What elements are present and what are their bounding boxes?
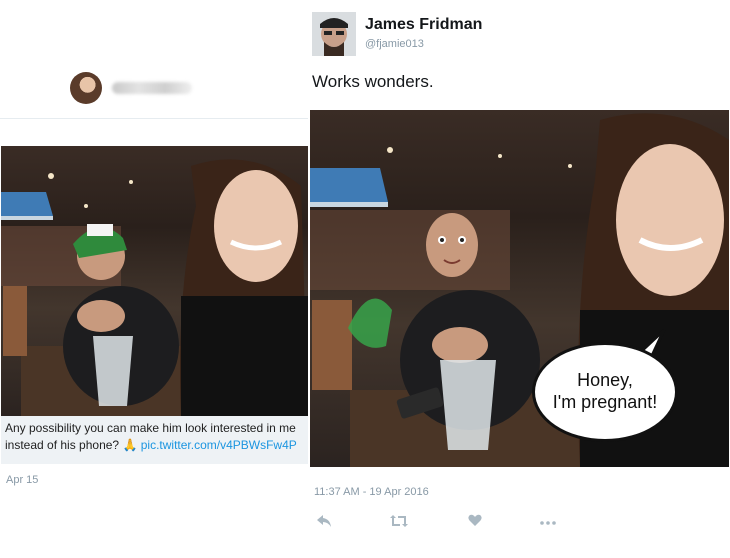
heart-icon[interactable] — [468, 514, 482, 531]
left-tweet: Any possibility you can make him look in… — [0, 0, 310, 558]
tweet-actions — [314, 514, 556, 532]
avatar-image — [312, 12, 356, 56]
pray-emoji: 🙏 — [122, 438, 138, 452]
author-name[interactable]: James Fridman — [365, 16, 482, 34]
speech-bubble: Honey, I'm pregnant! — [532, 342, 678, 442]
right-tweet: James Fridman @fjamie013 Works wonders. — [310, 0, 730, 558]
tweet-timestamp[interactable]: 11:37 AM - 19 Apr 2016 — [314, 486, 429, 498]
right-tweet-photo[interactable]: Honey, I'm pregnant! — [310, 110, 729, 467]
author-handle[interactable]: @fjamie013 — [365, 38, 424, 50]
bubble-text: Honey, I'm pregnant! — [535, 369, 675, 413]
left-tweet-photo[interactable] — [1, 146, 308, 416]
bubble-line-2: I'm pregnant! — [552, 392, 658, 412]
left-photo-scene — [1, 159, 308, 416]
left-author-name-blurred — [112, 82, 192, 94]
left-divider — [0, 118, 308, 119]
left-tweet-caption: Any possibility you can make him look in… — [1, 416, 308, 464]
bubble-line-1: Honey, — [577, 370, 633, 390]
retweet-icon[interactable] — [390, 514, 408, 532]
tweet-text: Works wonders. — [312, 72, 434, 91]
left-avatar[interactable] — [70, 72, 102, 104]
reply-icon[interactable] — [316, 514, 332, 532]
pic-link[interactable]: pic.twitter.com/v4PBWsFw4P — [141, 438, 297, 452]
author-avatar[interactable] — [312, 12, 356, 56]
more-icon[interactable] — [540, 514, 556, 530]
left-tweet-date[interactable]: Apr 15 — [6, 474, 38, 486]
